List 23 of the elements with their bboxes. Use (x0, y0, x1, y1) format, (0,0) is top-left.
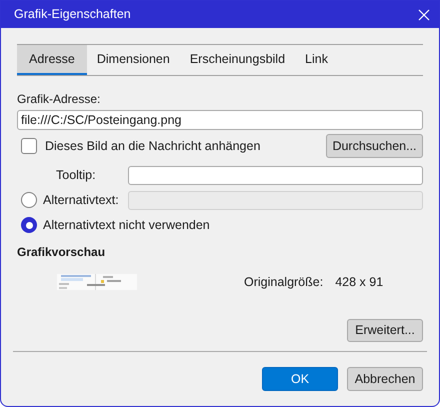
size-value: 428 x 91 (335, 274, 384, 291)
radio-label: Alternativtext nicht verwenden (43, 216, 210, 234)
size-label: Originalgröße: (244, 274, 324, 291)
ok-button[interactable]: OK (262, 367, 338, 391)
section-heading: Grafikvorschau (17, 244, 106, 261)
field-label: Grafik-Adresse: (17, 91, 102, 108)
cancel-button[interactable]: Abbrechen (347, 367, 423, 391)
field-label: Tooltip: (55, 166, 97, 184)
tooltip-field[interactable] (128, 166, 423, 184)
checkbox-label: Dieses Bild an die Nachricht anhängen (45, 138, 260, 155)
advanced-button[interactable]: Erweitert... (347, 319, 423, 342)
close-icon[interactable] (417, 8, 431, 22)
tab[interactable]: Link (295, 45, 338, 75)
radio-label: Alternativtext: (43, 192, 120, 209)
checkbox[interactable] (21, 138, 37, 154)
radio-button[interactable] (21, 217, 37, 233)
tab[interactable]: Erscheinungsbild (180, 45, 296, 75)
window-title: Grafik-Eigenschaften (14, 6, 131, 24)
address-field[interactable]: file:///C:/SC/Posteingang.png (17, 110, 423, 130)
tab[interactable]: Adresse (17, 45, 87, 75)
browse-button[interactable]: Durchsuchen... (326, 134, 423, 158)
tab[interactable]: Dimensionen (86, 45, 180, 75)
radio-button[interactable] (21, 192, 37, 208)
